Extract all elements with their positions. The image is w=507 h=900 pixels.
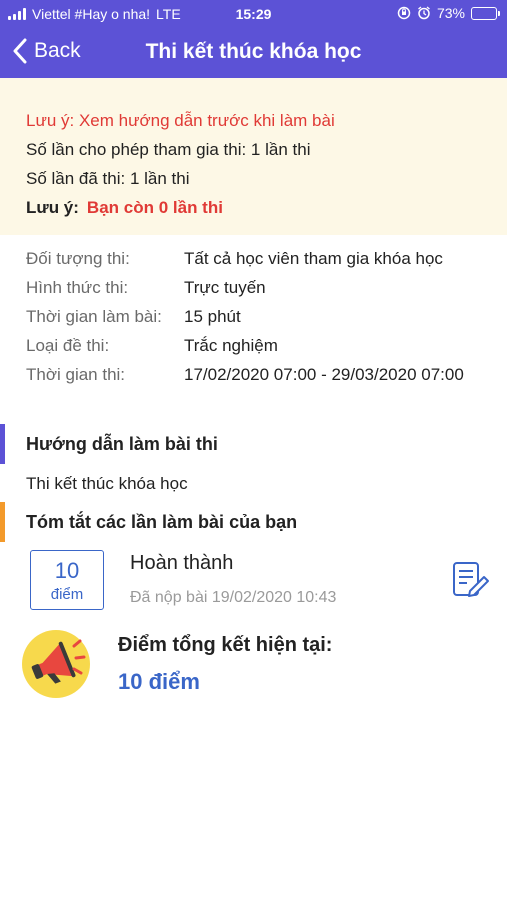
- final-score-value: 10 điểm: [118, 669, 200, 694]
- battery-percent: 73%: [436, 5, 465, 21]
- info-value: Tất cả học viên tham gia khóa học: [184, 249, 443, 268]
- info-value: Trực tuyến: [184, 278, 266, 297]
- info-label: Hình thức thi:: [26, 278, 129, 297]
- section-accent-bar: [0, 502, 5, 542]
- megaphone-icon: [22, 630, 90, 698]
- final-score-label: Điểm tổng kết hiện tại:: [118, 634, 333, 656]
- info-row-format: Hình thức thi: Trực tuyến: [26, 277, 496, 298]
- info-label: Thời gian làm bài:: [26, 307, 162, 326]
- nav-bar: Back Thi kết thúc khóa học: [0, 28, 507, 78]
- attempt-submitted-time: Đã nộp bài 19/02/2020 10:43: [130, 589, 337, 606]
- battery-icon: [471, 6, 500, 20]
- info-row-audience: Đối tượng thi: Tất cả học viên tham gia …: [26, 248, 496, 269]
- taken-attempts: Số lần đã thi: 1 lần thi: [26, 169, 190, 188]
- remaining-attempts-row: Lưu ý: Bạn còn 0 lần thi: [26, 193, 481, 222]
- alarm-icon: [418, 6, 430, 20]
- info-value: 17/02/2020 07:00 - 29/03/2020 07:00: [184, 365, 464, 384]
- note-label: Lưu ý:: [26, 198, 79, 217]
- info-label: Loại đề thi:: [26, 336, 110, 355]
- status-right: 73%: [397, 5, 500, 21]
- orientation-lock-icon: [397, 6, 411, 20]
- guide-text: Thi kết thúc khóa học: [26, 474, 188, 493]
- score-badge: 10 điểm: [30, 550, 104, 610]
- info-row-period: Thời gian thi: 17/02/2020 07:00 - 29/03/…: [26, 364, 496, 385]
- notice-panel: Lưu ý: Xem hướng dẫn trước khi làm bài S…: [0, 78, 507, 235]
- summary-title: Tóm tắt các lần làm bài của bạn: [26, 512, 298, 532]
- guide-section-header: Hướng dẫn làm bài thi: [0, 424, 507, 464]
- page-title: Thi kết thúc khóa học: [145, 40, 362, 63]
- exam-info: Đối tượng thi: Tất cả học viên tham gia …: [26, 248, 496, 393]
- attempt-status: Hoàn thành: [130, 552, 234, 574]
- info-value: 15 phút: [184, 307, 241, 326]
- remaining-attempts: Bạn còn 0 lần thi: [86, 198, 223, 217]
- final-score: Điểm tổng kết hiện tại: 10 điểm: [0, 626, 507, 706]
- info-row-duration: Thời gian làm bài: 15 phút: [26, 306, 496, 327]
- summary-section-header: Tóm tắt các lần làm bài của bạn: [0, 502, 507, 542]
- info-label: Đối tượng thi:: [26, 249, 130, 268]
- info-value: Trắc nghiệm: [184, 336, 278, 355]
- info-row-type: Loại đề thi: Trắc nghiệm: [26, 335, 496, 356]
- score-value: 10: [54, 558, 80, 583]
- status-bar: Viettel #Hay o nha! LTE 15:29 73%: [0, 0, 507, 28]
- guide-warning: Lưu ý: Xem hướng dẫn trước khi làm bài: [26, 111, 335, 130]
- allowed-attempts: Số lần cho phép tham gia thi: 1 lần thi: [26, 140, 311, 159]
- score-unit: điểm: [50, 586, 84, 603]
- attempt-item[interactable]: 10 điểm Hoàn thành Đã nộp bài 19/02/2020…: [0, 548, 507, 614]
- section-accent-bar: [0, 424, 5, 464]
- edit-document-icon[interactable]: [450, 560, 490, 600]
- info-label: Thời gian thi:: [26, 365, 126, 384]
- guide-title: Hướng dẫn làm bài thi: [26, 434, 218, 454]
